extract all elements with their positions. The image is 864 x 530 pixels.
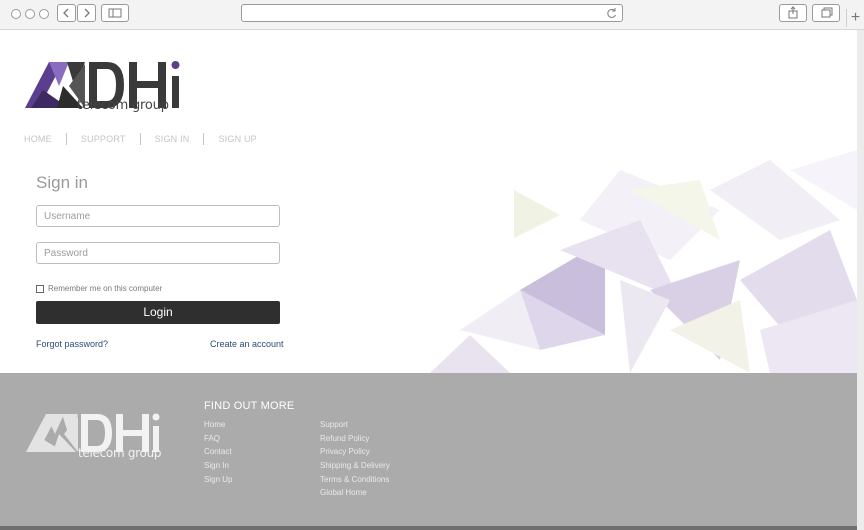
chevron-left-icon [63, 8, 69, 18]
footer-link-contact[interactable]: Contact [204, 445, 232, 459]
footer-links-col-1: Home FAQ Contact Sign In Sign Up [204, 418, 232, 486]
close-window-dot[interactable] [11, 9, 21, 19]
share-button[interactable] [779, 4, 807, 22]
nav-sign-up[interactable]: SIGN UP [218, 134, 270, 144]
nav-divider [65, 133, 67, 145]
footer-bottom-bar [0, 526, 857, 530]
browser-toolbar: + [0, 0, 864, 30]
password-input[interactable] [36, 242, 280, 264]
footer-link-global-home[interactable]: Global Home [320, 486, 390, 500]
footer-logo-mark-icon [26, 414, 78, 452]
background-triangles-art [430, 150, 857, 373]
zoom-window-dot[interactable] [39, 9, 49, 19]
create-account-link[interactable]: Create an account [210, 339, 284, 349]
footer: telecom group FIND OUT MORE Home FAQ Con… [0, 373, 857, 526]
new-tab-button[interactable]: + [846, 9, 864, 27]
sign-in-heading: Sign in [36, 173, 88, 192]
footer-heading: FIND OUT MORE [204, 400, 295, 412]
footer-link-sign-in[interactable]: Sign In [204, 459, 232, 473]
reload-icon[interactable] [606, 6, 618, 20]
footer-link-privacy-policy[interactable]: Privacy Policy [320, 445, 390, 459]
login-button[interactable]: Login [36, 301, 280, 324]
forward-button[interactable] [77, 4, 96, 22]
minimize-window-dot[interactable] [25, 9, 35, 19]
footer-logo-tagline: telecom group [78, 446, 162, 460]
footer-link-shipping[interactable]: Shipping & Delivery [320, 459, 390, 473]
remember-me-label: Remember me on this computer [48, 284, 163, 293]
footer-link-home[interactable]: Home [204, 418, 232, 432]
footer-link-faq[interactable]: FAQ [204, 432, 232, 446]
share-icon [788, 6, 798, 19]
tabs-overview-button[interactable] [812, 4, 840, 22]
username-input[interactable] [36, 205, 280, 227]
nav-home[interactable]: HOME [24, 134, 66, 144]
footer-link-support[interactable]: Support [320, 418, 390, 432]
forgot-password-link[interactable]: Forgot password? [36, 339, 108, 349]
nav-divider [203, 133, 205, 145]
page-content: telecom group HOME SUPPORT SIGN IN SIGN … [0, 30, 857, 373]
nav-divider [139, 133, 141, 145]
address-bar[interactable] [241, 4, 623, 22]
sidebar-icon [108, 8, 122, 18]
footer-link-refund-policy[interactable]: Refund Policy [320, 432, 390, 446]
nav-support[interactable]: SUPPORT [81, 134, 140, 144]
footer-link-terms[interactable]: Terms & Conditions [320, 473, 390, 487]
logo-tagline: telecom group [77, 98, 169, 113]
scrollbar[interactable] [857, 30, 864, 530]
back-button[interactable] [57, 4, 76, 22]
chevron-right-icon [84, 8, 90, 18]
sidebar-toggle-button[interactable] [101, 4, 129, 22]
footer-link-sign-up[interactable]: Sign Up [204, 473, 232, 487]
remember-me-checkbox[interactable] [36, 284, 44, 293]
logo-mark-icon [25, 62, 85, 108]
remember-me[interactable]: Remember me on this computer [36, 284, 162, 293]
footer-links-col-2: Support Refund Policy Privacy Policy Shi… [320, 418, 390, 500]
nav-sign-in[interactable]: SIGN IN [155, 134, 204, 144]
tabs-icon [821, 7, 833, 18]
top-navigation: HOME SUPPORT SIGN IN SIGN UP [24, 133, 271, 145]
